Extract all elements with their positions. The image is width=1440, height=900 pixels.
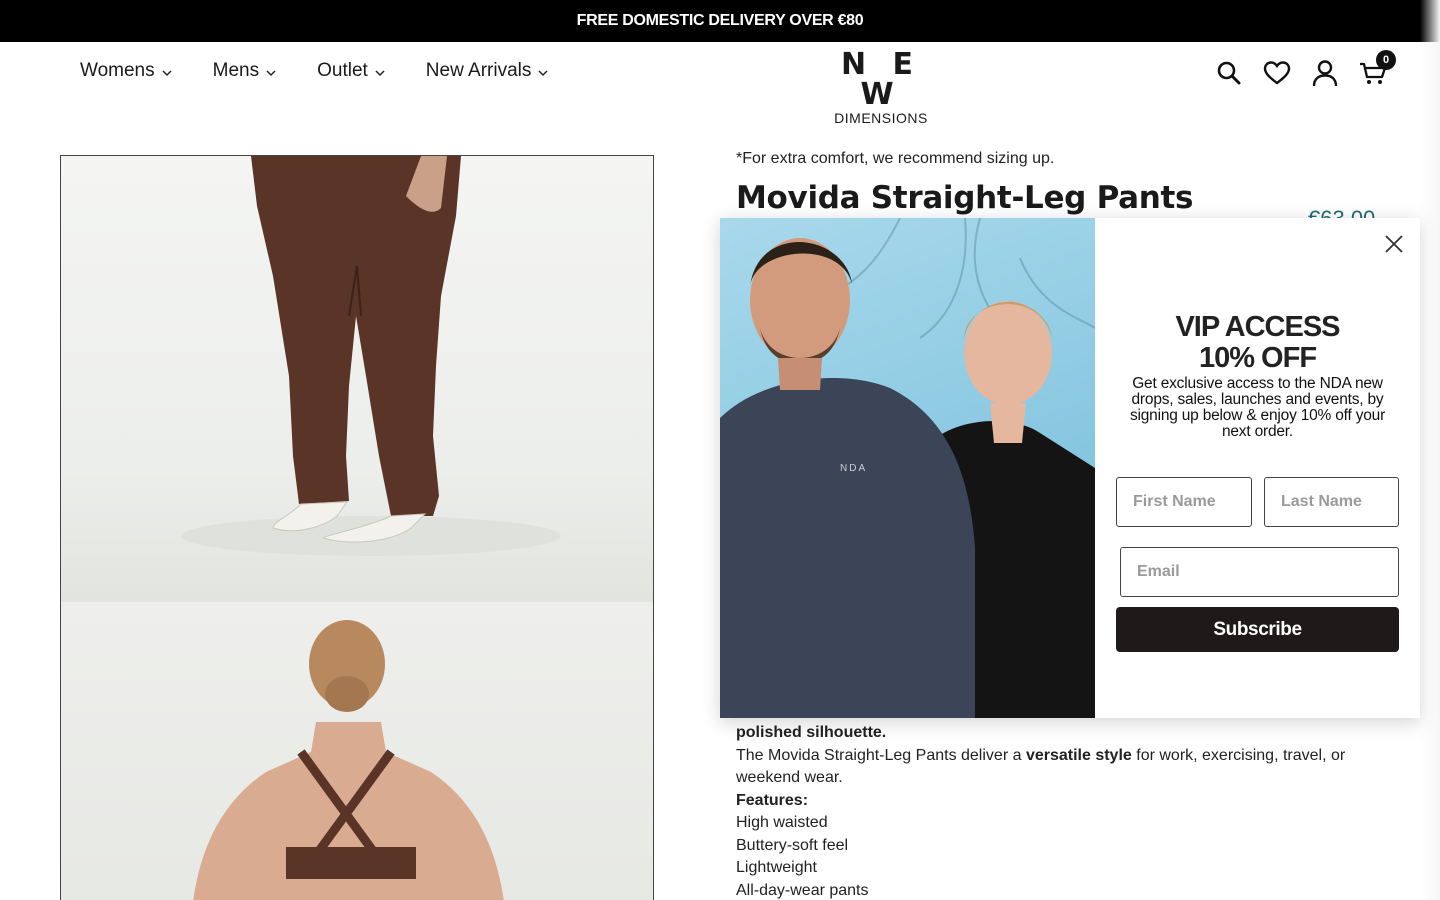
main-nav: Womens Mens Outlet New Arrivals xyxy=(80,60,549,82)
nav-outlet-label: Outlet xyxy=(317,60,368,81)
models-illustration: NDA xyxy=(720,218,1095,718)
feature-item: All-day-wear pants xyxy=(736,881,869,899)
product-description: polished silhouette. The Movida Straight… xyxy=(736,722,1376,900)
desc-paragraph: The Movida Straight-Leg Pants deliver a … xyxy=(736,745,1376,790)
chevron-down-icon xyxy=(538,70,548,77)
popup-heading-line1: VIP ACCESS xyxy=(1175,311,1340,343)
back-illustration xyxy=(193,620,504,900)
chevron-down-icon xyxy=(375,70,385,77)
shirt-logo-text: NDA xyxy=(840,463,867,474)
feature-item: Buttery-soft feel xyxy=(736,836,849,854)
last-name-field[interactable] xyxy=(1264,477,1399,527)
heart-icon[interactable] xyxy=(1262,58,1292,88)
feature-item: Lightweight xyxy=(736,859,817,876)
popup-image: NDA xyxy=(720,218,1095,718)
feature-item: High waisted xyxy=(736,814,828,831)
nav-womens[interactable]: Womens xyxy=(80,60,173,82)
nav-mens[interactable]: Mens xyxy=(213,60,277,82)
popup-heading-line2: 10% OFF xyxy=(1198,342,1317,374)
product-photo-legs[interactable] xyxy=(61,156,653,602)
first-name-field[interactable] xyxy=(1116,477,1252,527)
chevron-down-icon xyxy=(162,70,172,77)
features-heading: Features: xyxy=(736,791,809,809)
sizing-note: *For extra comfort, we recommend sizing … xyxy=(736,150,1055,167)
desc-text-bold: versatile style xyxy=(1025,746,1132,764)
logo-subtext: DIMENSIONS xyxy=(834,110,928,126)
brand-logo[interactable]: N E W DIMENSIONS xyxy=(826,50,936,127)
header-icons: 0 xyxy=(1214,50,1396,88)
search-icon[interactable] xyxy=(1214,58,1244,88)
desc-text-a: The Movida Straight-Leg Pants deliver a xyxy=(736,746,1026,764)
announcement-text: FREE DOMESTIC DELIVERY OVER €80 xyxy=(576,12,864,29)
cart-count-badge: 0 xyxy=(1376,50,1396,70)
close-icon[interactable] xyxy=(1382,232,1406,256)
cart-icon[interactable]: 0 xyxy=(1358,50,1396,88)
announcement-bar: FREE DOMESTIC DELIVERY OVER €80 xyxy=(0,0,1440,42)
edge-shadow xyxy=(1420,0,1440,900)
nav-new-arrivals[interactable]: New Arrivals xyxy=(426,60,550,82)
product-info: *For extra comfort, we recommend sizing … xyxy=(736,150,1376,216)
nav-outlet[interactable]: Outlet xyxy=(317,60,386,82)
nav-new-arrivals-label: New Arrivals xyxy=(425,60,532,81)
desc-bold-silhouette: polished silhouette. xyxy=(736,724,887,741)
signup-popup: NDA VIP ACCESS 10% OFF Get exclusive acc… xyxy=(720,218,1420,718)
logo-wordmark: N E W xyxy=(840,47,922,112)
account-icon[interactable] xyxy=(1310,58,1340,88)
product-photo-back[interactable] xyxy=(61,602,653,900)
email-field[interactable] xyxy=(1120,547,1399,597)
product-gallery[interactable] xyxy=(60,155,654,900)
product-title: Movida Straight-Leg Pants xyxy=(736,180,1194,216)
subscribe-button[interactable]: Subscribe xyxy=(1116,607,1399,652)
popup-heading: VIP ACCESS 10% OFF xyxy=(1095,312,1420,374)
nav-womens-label: Womens xyxy=(80,60,155,81)
popup-description: Get exclusive access to the NDA new drop… xyxy=(1129,375,1386,440)
site-header: Womens Mens Outlet New Arrivals N E W DI… xyxy=(0,42,1440,127)
chevron-down-icon xyxy=(266,70,276,77)
popup-form-panel: VIP ACCESS 10% OFF Get exclusive access … xyxy=(1095,218,1420,718)
pants-illustration xyxy=(181,156,561,556)
nav-mens-label: Mens xyxy=(212,60,260,81)
